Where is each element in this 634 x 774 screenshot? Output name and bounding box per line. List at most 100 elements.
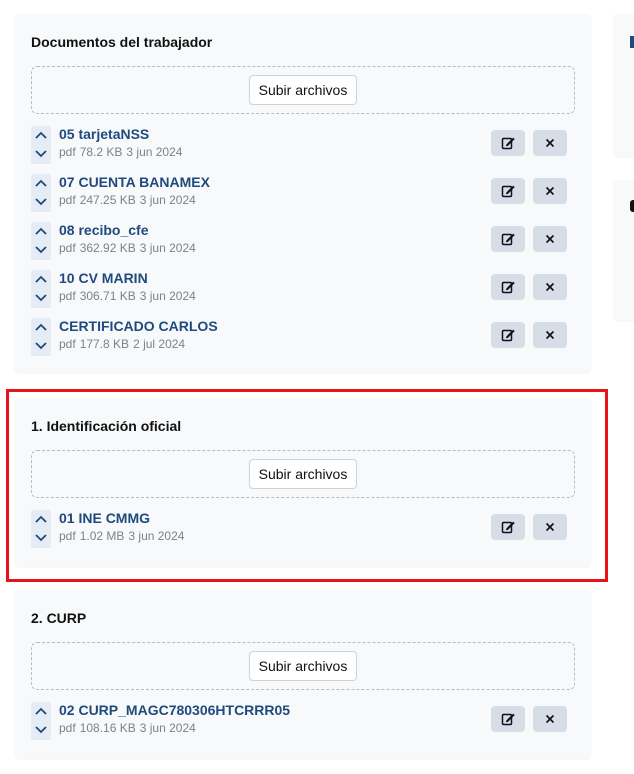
close-icon (545, 138, 555, 148)
file-type: pdf (59, 289, 76, 303)
edit-icon (501, 713, 515, 726)
chevron-up-icon[interactable] (31, 270, 51, 288)
chevron-up-icon[interactable] (31, 126, 51, 144)
file-date: 3 jun 2024 (139, 289, 196, 303)
file-row: CERTIFICADO CARLOS pdf 177.8 KB 2 jul 2024 (31, 317, 575, 365)
side-panel-card (614, 14, 634, 156)
file-name-link[interactable]: 08 recibo_cfe (59, 221, 149, 239)
edit-icon (501, 329, 515, 342)
edit-icon (501, 521, 515, 534)
card-title: 2. CURP (31, 610, 87, 626)
close-icon (545, 714, 555, 724)
file-name-link[interactable]: 02 CURP_MAGC780306HTCRRR05 (59, 701, 290, 719)
file-name-link[interactable]: 01 INE CMMG (59, 509, 150, 527)
chevron-up-icon[interactable] (31, 318, 51, 336)
file-name-link[interactable]: CERTIFICADO CARLOS (59, 317, 218, 335)
reorder-controls (31, 174, 51, 212)
file-size: 306.71 KB (79, 289, 136, 303)
file-size: 108.16 KB (79, 721, 136, 735)
reorder-controls (31, 126, 51, 164)
file-size: 78.2 KB (79, 145, 123, 159)
edit-button[interactable] (491, 226, 525, 252)
chevron-up-icon[interactable] (31, 174, 51, 192)
file-type: pdf (59, 529, 76, 543)
upload-dropzone[interactable]: Subir archivos (31, 450, 575, 498)
close-icon (545, 330, 555, 340)
reorder-controls (31, 222, 51, 260)
file-row: 05 tarjetaNSS pdf 78.2 KB 3 jun 2024 (31, 125, 575, 173)
close-icon (545, 186, 555, 196)
chevron-up-icon[interactable] (31, 702, 51, 720)
edit-button[interactable] (491, 706, 525, 732)
file-meta: pdf 177.8 KB 2 jul 2024 (59, 337, 185, 352)
file-type: pdf (59, 241, 76, 255)
file-date: 3 jun 2024 (126, 145, 183, 159)
file-type: pdf (59, 193, 76, 207)
delete-button[interactable] (533, 274, 567, 300)
documents-card-curp: 2. CURP Subir archivos 02 CURP_MAGC78030… (15, 590, 591, 758)
file-size: 177.8 KB (79, 337, 130, 351)
file-meta: pdf 362.92 KB 3 jun 2024 (59, 241, 196, 256)
side-panel-card (614, 180, 634, 320)
chevron-down-icon[interactable] (31, 145, 51, 163)
file-meta: pdf 306.71 KB 3 jun 2024 (59, 289, 196, 304)
file-list: 05 tarjetaNSS pdf 78.2 KB 3 jun 2024 07 CU… (31, 125, 575, 365)
file-meta: pdf 1.02 MB 3 jun 2024 (59, 529, 184, 544)
reorder-controls (31, 510, 51, 548)
file-name-link[interactable]: 05 tarjetaNSS (59, 125, 149, 143)
file-meta: pdf 78.2 KB 3 jun 2024 (59, 145, 182, 160)
side-card-fragment (630, 200, 634, 212)
close-icon (545, 234, 555, 244)
edit-icon (501, 233, 515, 246)
delete-button[interactable] (533, 178, 567, 204)
file-type: pdf (59, 145, 76, 159)
file-type: pdf (59, 721, 76, 735)
edit-button[interactable] (491, 514, 525, 540)
chevron-down-icon[interactable] (31, 193, 51, 211)
chevron-up-icon[interactable] (31, 510, 51, 528)
file-name-link[interactable]: 07 CUENTA BANAMEX (59, 173, 210, 191)
chevron-down-icon[interactable] (31, 337, 51, 355)
file-date: 3 jun 2024 (139, 193, 196, 207)
file-date: 3 jun 2024 (128, 529, 185, 543)
upload-files-button[interactable]: Subir archivos (248, 651, 358, 681)
upload-dropzone[interactable]: Subir archivos (31, 66, 575, 114)
close-icon (545, 282, 555, 292)
file-row: 02 CURP_MAGC780306HTCRRR05 pdf 108.16 KB 3… (31, 701, 575, 749)
upload-files-button[interactable]: Subir archivos (248, 459, 358, 489)
file-name-link[interactable]: 10 CV MARIN (59, 269, 148, 287)
card-title: 1. Identificación oficial (31, 418, 182, 434)
upload-files-button[interactable]: Subir archivos (248, 75, 358, 105)
edit-button[interactable] (491, 322, 525, 348)
file-list: 02 CURP_MAGC780306HTCRRR05 pdf 108.16 KB 3… (31, 701, 575, 749)
chevron-down-icon[interactable] (31, 289, 51, 307)
upload-dropzone[interactable]: Subir archivos (31, 642, 575, 690)
file-row: 01 INE CMMG pdf 1.02 MB 3 jun 2024 (31, 509, 575, 557)
file-row: 07 CUENTA BANAMEX pdf 247.25 KB 3 jun 2024 (31, 173, 575, 221)
chevron-down-icon[interactable] (31, 721, 51, 739)
delete-button[interactable] (533, 322, 567, 348)
file-meta: pdf 108.16 KB 3 jun 2024 (59, 721, 196, 736)
file-date: 3 jun 2024 (139, 241, 196, 255)
delete-button[interactable] (533, 130, 567, 156)
reorder-controls (31, 318, 51, 356)
file-row: 10 CV MARIN pdf 306.71 KB 3 jun 2024 (31, 269, 575, 317)
delete-button[interactable] (533, 514, 567, 540)
file-size: 362.92 KB (79, 241, 136, 255)
chevron-down-icon[interactable] (31, 241, 51, 259)
documents-card-official-id: 1. Identificación oficial Subir archivos… (15, 398, 591, 566)
reorder-controls (31, 270, 51, 308)
file-meta: pdf 247.25 KB 3 jun 2024 (59, 193, 196, 208)
side-card-accent (630, 36, 634, 48)
delete-button[interactable] (533, 706, 567, 732)
edit-button[interactable] (491, 178, 525, 204)
edit-button[interactable] (491, 130, 525, 156)
file-list: 01 INE CMMG pdf 1.02 MB 3 jun 2024 (31, 509, 575, 557)
edit-button[interactable] (491, 274, 525, 300)
file-type: pdf (59, 337, 76, 351)
card-title: Documentos del trabajador (31, 34, 213, 50)
chevron-up-icon[interactable] (31, 222, 51, 240)
chevron-down-icon[interactable] (31, 529, 51, 547)
delete-button[interactable] (533, 226, 567, 252)
file-date: 2 jul 2024 (133, 337, 186, 351)
